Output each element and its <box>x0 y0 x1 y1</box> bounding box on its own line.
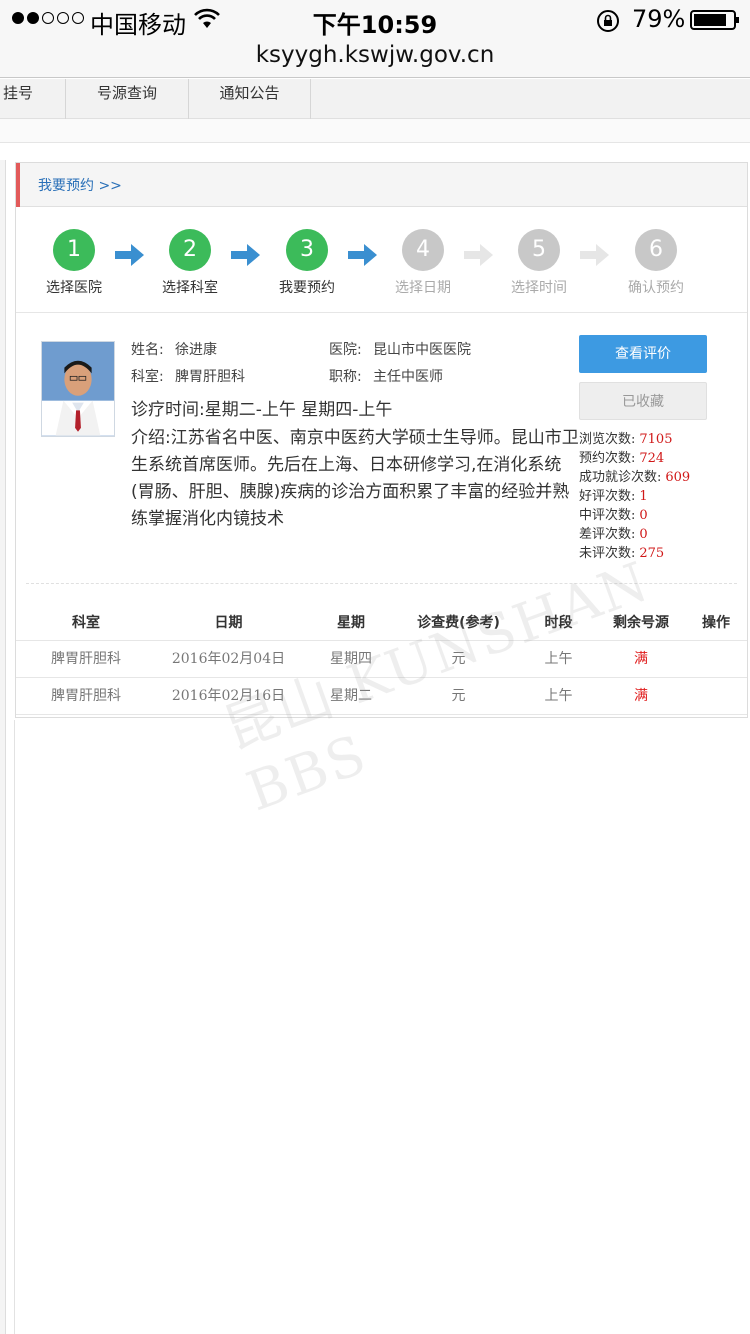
battery-icon <box>690 10 739 30</box>
panel-header: 我要预约 >> <box>16 163 747 207</box>
step-arrow-icon <box>115 244 144 266</box>
rotation-lock-icon <box>597 10 619 32</box>
breadcrumb-link[interactable]: 我要预约 >> <box>38 175 122 195</box>
view-reviews-button[interactable]: 查看评价 <box>579 335 707 373</box>
step-label: 选择日期 <box>395 280 451 296</box>
title-label: 职称: <box>329 369 362 385</box>
step-arrow-icon <box>231 244 260 266</box>
step-arrow-icon <box>464 244 493 266</box>
cell-action[interactable] <box>691 678 741 715</box>
top-nav: 挂号 号源查询 通知公告 <box>0 79 750 119</box>
step-number: 5 <box>518 229 560 271</box>
dept-name: 脾胃肝胆科 <box>175 369 245 385</box>
doctor-photo <box>41 341 115 437</box>
hospital-label: 医院: <box>329 342 362 358</box>
sub-bar <box>0 119 750 143</box>
doctor-title: 主任中医师 <box>373 369 443 385</box>
cell-dept: 脾胃肝胆科 <box>51 651 121 667</box>
stat-row: 预约次数: 724 <box>579 451 665 466</box>
step-arrow-icon <box>348 244 377 266</box>
step-label: 选择时间 <box>511 280 567 296</box>
step-number: 3 <box>286 229 328 271</box>
dept-label: 科室: <box>131 369 164 385</box>
header-cell: 科室 <box>72 615 100 631</box>
step-5: 5 选择时间 <box>499 229 579 297</box>
status-bar: 中国移动 下午10:59 79% <box>0 0 750 40</box>
stat-row: 好评次数: 1 <box>579 489 648 504</box>
step-arrow-icon <box>580 244 609 266</box>
step-number: 4 <box>402 229 444 271</box>
name-label: 姓名: <box>131 342 164 358</box>
step-label: 选择医院 <box>46 280 102 296</box>
step-label: 选择科室 <box>162 280 218 296</box>
left-sidebar-edge <box>0 160 6 1334</box>
step-label: 我要预约 <box>279 280 335 296</box>
doctor-intro: 介绍:江苏省名中医、南京中医药大学硕士生导师。昆山市卫生系统首席医师。先后在上海… <box>131 428 579 529</box>
left-divider <box>14 720 15 1334</box>
stat-row: 浏览次数: 7105 <box>579 432 673 447</box>
header-cell: 日期 <box>214 615 243 631</box>
step-6: 6 确认预约 <box>616 229 696 297</box>
step-number: 1 <box>53 229 95 271</box>
tab-register[interactable]: 挂号 <box>0 79 66 119</box>
battery-percent: 79% <box>632 5 686 33</box>
step-number: 2 <box>169 229 211 271</box>
cell-dept: 脾胃肝胆科 <box>51 688 121 704</box>
browser-url-bar[interactable]: ksyygh.kswjw.gov.cn <box>0 40 750 78</box>
step-3: 3 我要预约 <box>267 229 347 297</box>
step-progress: 1 选择医院 2 选择科室 3 我要预约 4 选择日期 5 选择时间 6 确认预… <box>16 207 747 313</box>
hospital-name: 昆山市中医医院 <box>373 342 471 358</box>
step-4: 4 选择日期 <box>383 229 463 297</box>
step-2: 2 选择科室 <box>150 229 230 297</box>
tab-announcements[interactable]: 通知公告 <box>189 79 311 119</box>
step-number: 6 <box>635 229 677 271</box>
favorited-button[interactable]: 已收藏 <box>579 382 707 420</box>
url-text: ksyygh.kswjw.gov.cn <box>255 42 495 68</box>
stat-row: 成功就诊次数: 609 <box>579 470 691 485</box>
doctor-name: 徐进康 <box>175 342 217 358</box>
tab-source-query[interactable]: 号源查询 <box>66 79 189 119</box>
clinic-time: 诊疗时间:星期二-上午 星期四-上午 <box>131 400 393 420</box>
step-1: 1 选择医院 <box>34 229 114 297</box>
step-label: 确认预约 <box>628 280 684 296</box>
header-accent <box>16 163 20 207</box>
